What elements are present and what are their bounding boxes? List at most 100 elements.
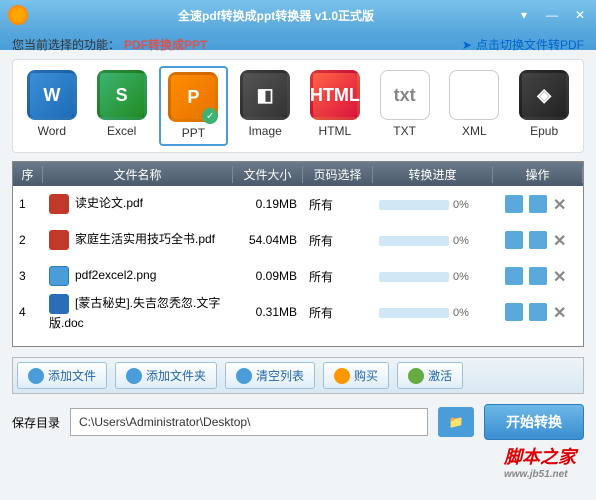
cell-size: 0.19MB bbox=[233, 197, 303, 211]
cell-name: 读史论文.pdf bbox=[43, 194, 233, 214]
cell-page[interactable]: 所有 bbox=[303, 196, 373, 213]
format-image[interactable]: ◧ Image bbox=[232, 66, 298, 146]
header-ops: 操作 bbox=[493, 166, 583, 183]
cart-icon bbox=[334, 368, 350, 384]
format-excel[interactable]: S Excel bbox=[89, 66, 155, 146]
cell-page[interactable]: 所有 bbox=[303, 304, 373, 321]
format-label: HTML bbox=[304, 124, 366, 138]
progress-bar bbox=[379, 200, 449, 210]
image-icon: ◧ bbox=[240, 70, 290, 120]
open-folder-icon[interactable] bbox=[505, 303, 523, 321]
open-folder-icon[interactable] bbox=[505, 231, 523, 249]
header-size: 文件大小 bbox=[233, 166, 303, 183]
cell-page[interactable]: 所有 bbox=[303, 268, 373, 285]
format-label: PPT bbox=[163, 126, 225, 140]
html-icon: HTML bbox=[310, 70, 360, 120]
progress-text: 0% bbox=[453, 235, 469, 247]
format-html[interactable]: HTML HTML bbox=[302, 66, 368, 146]
txt-icon: txt bbox=[380, 70, 430, 120]
cell-name: [蒙古秘史].失吉忽秃忽.文字版.doc bbox=[43, 294, 233, 331]
format-label: Excel bbox=[91, 124, 153, 138]
format-label: Word bbox=[21, 124, 83, 138]
file-icon bbox=[49, 294, 69, 314]
activate-button[interactable]: 激活 bbox=[397, 362, 463, 389]
cell-size: 54.04MB bbox=[233, 233, 303, 247]
buy-button[interactable]: 购买 bbox=[323, 362, 389, 389]
format-label: XML bbox=[444, 124, 506, 138]
cell-seq: 3 bbox=[13, 269, 43, 283]
add-folder-label: 添加文件夹 bbox=[146, 367, 206, 384]
cell-size: 0.31MB bbox=[233, 305, 303, 319]
progress-bar bbox=[379, 236, 449, 246]
switch-file-to-pdf-link[interactable]: ➤ 点击切换文件转PDF bbox=[462, 36, 584, 53]
clear-label: 清空列表 bbox=[256, 367, 304, 384]
toolbar: 添加文件 添加文件夹 清空列表 购买 激活 bbox=[12, 357, 584, 394]
format-xml[interactable]: XML bbox=[442, 66, 508, 146]
table-row[interactable]: 1 读史论文.pdf 0.19MB 所有 0% ✕ bbox=[13, 186, 583, 222]
clear-icon bbox=[236, 368, 252, 384]
current-function-label: 您当前选择的功能： bbox=[12, 36, 120, 53]
header-name: 文件名称 bbox=[43, 166, 233, 183]
progress-text: 0% bbox=[453, 199, 469, 211]
save-path-input[interactable]: C:\Users\Administrator\Desktop\ bbox=[70, 408, 428, 436]
cell-page[interactable]: 所有 bbox=[303, 232, 373, 249]
open-folder-icon[interactable] bbox=[505, 195, 523, 213]
add-folder-button[interactable]: 添加文件夹 bbox=[115, 362, 217, 389]
remove-icon[interactable]: ✕ bbox=[553, 195, 571, 213]
cell-seq: 4 bbox=[13, 305, 43, 319]
progress-bar bbox=[379, 272, 449, 282]
table-row[interactable]: 2 家庭生活实用技巧全书.pdf 54.04MB 所有 0% ✕ bbox=[13, 222, 583, 258]
header-page: 页码选择 bbox=[303, 166, 373, 183]
file-table: 序 文件名称 文件大小 页码选择 转换进度 操作 1 读史论文.pdf 0.19… bbox=[12, 161, 584, 347]
cell-size: 0.09MB bbox=[233, 269, 303, 283]
header-seq: 序 bbox=[13, 166, 43, 183]
cell-progress: 0% bbox=[373, 305, 493, 319]
format-ppt[interactable]: PPPT✓ bbox=[159, 66, 229, 146]
word-icon: W bbox=[27, 70, 77, 120]
key-icon bbox=[408, 368, 424, 384]
close-button[interactable]: ✕ bbox=[572, 7, 588, 23]
titlebar: 全速pdf转换成ppt转换器 v1.0正式版 ▾ — ✕ bbox=[0, 0, 596, 30]
excel-icon: S bbox=[97, 70, 147, 120]
cell-progress: 0% bbox=[373, 197, 493, 211]
open-file-icon[interactable] bbox=[529, 303, 547, 321]
progress-text: 0% bbox=[453, 307, 469, 319]
start-convert-button[interactable]: 开始转换 bbox=[484, 404, 584, 440]
table-row[interactable]: 3 pdf2excel2.png 0.09MB 所有 0% ✕ bbox=[13, 258, 583, 294]
cell-progress: 0% bbox=[373, 269, 493, 283]
format-bar: WWordSExcelPPPT✓◧ImageHTMLHTMLtxtTXTXML◈… bbox=[12, 59, 584, 153]
open-file-icon[interactable] bbox=[529, 267, 547, 285]
table-row[interactable]: 4 [蒙古秘史].失吉忽秃忽.文字版.doc 0.31MB 所有 0% ✕ bbox=[13, 294, 583, 330]
format-label: Image bbox=[234, 124, 296, 138]
open-file-icon[interactable] bbox=[529, 195, 547, 213]
bottom-bar: 保存目录 C:\Users\Administrator\Desktop\ 📁 开… bbox=[12, 404, 584, 440]
save-dir-label: 保存目录 bbox=[12, 414, 60, 431]
add-file-button[interactable]: 添加文件 bbox=[17, 362, 107, 389]
cell-progress: 0% bbox=[373, 233, 493, 247]
cell-seq: 2 bbox=[13, 233, 43, 247]
clear-list-button[interactable]: 清空列表 bbox=[225, 362, 315, 389]
format-label: TXT bbox=[374, 124, 436, 138]
progress-bar bbox=[379, 308, 449, 318]
check-icon: ✓ bbox=[202, 108, 218, 124]
open-file-icon[interactable] bbox=[529, 231, 547, 249]
buy-label: 购买 bbox=[354, 367, 378, 384]
remove-icon[interactable]: ✕ bbox=[553, 303, 571, 321]
minimize-button[interactable]: — bbox=[544, 7, 560, 23]
current-function-value: PDF转换成PPT bbox=[124, 36, 207, 53]
format-epub[interactable]: ◈Epub bbox=[511, 66, 577, 146]
format-word[interactable]: W Word bbox=[19, 66, 85, 146]
add-file-label: 添加文件 bbox=[48, 367, 96, 384]
header-progress: 转换进度 bbox=[373, 166, 493, 183]
app-logo-icon bbox=[8, 5, 28, 25]
format-txt[interactable]: txt TXT bbox=[372, 66, 438, 146]
file-icon bbox=[49, 194, 69, 214]
remove-icon[interactable]: ✕ bbox=[553, 267, 571, 285]
browse-folder-button[interactable]: 📁 bbox=[438, 407, 474, 437]
folder-icon: 📁 bbox=[449, 415, 464, 429]
open-folder-icon[interactable] bbox=[505, 267, 523, 285]
epub-icon: ◈ bbox=[519, 70, 569, 120]
dropdown-icon[interactable]: ▾ bbox=[516, 7, 532, 23]
window-title: 全速pdf转换成ppt转换器 v1.0正式版 bbox=[36, 7, 516, 24]
remove-icon[interactable]: ✕ bbox=[553, 231, 571, 249]
